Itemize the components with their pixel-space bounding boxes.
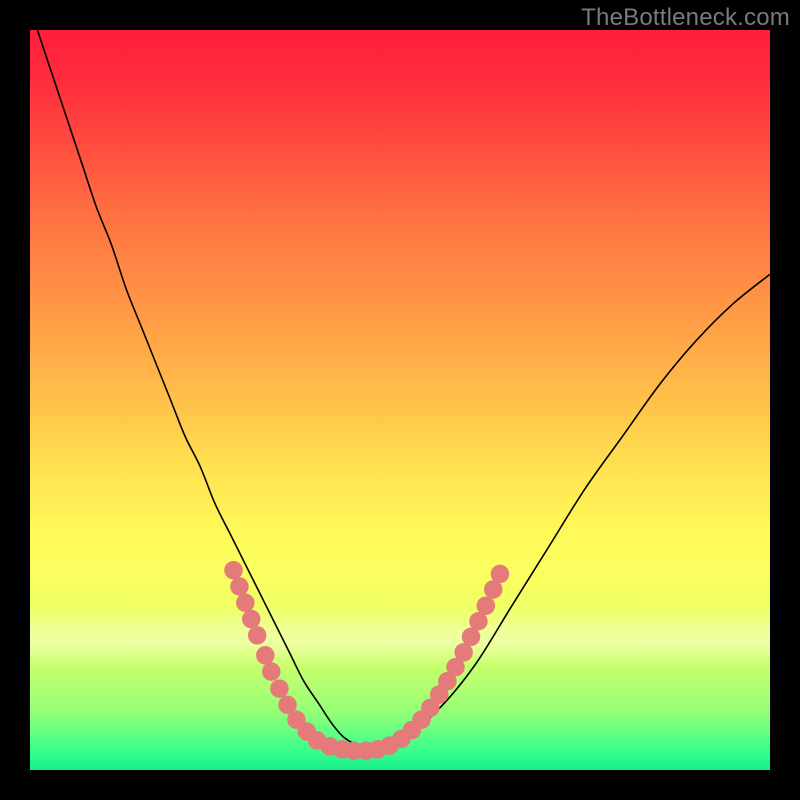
chart-frame: TheBottleneck.com (0, 0, 800, 800)
highlight-dot (477, 596, 496, 615)
highlight-dot (230, 577, 249, 596)
bottleneck-curve (37, 30, 770, 748)
highlight-dot (491, 565, 510, 584)
highlight-dots (224, 561, 509, 760)
plot-area (30, 30, 770, 770)
highlight-dot (236, 594, 255, 613)
highlight-dot (270, 679, 289, 698)
curve-layer (30, 30, 770, 770)
highlight-dot (242, 610, 261, 629)
highlight-dot (262, 662, 281, 681)
watermark-text: TheBottleneck.com (581, 4, 790, 32)
highlight-dot (224, 561, 243, 580)
highlight-dot (248, 626, 266, 645)
highlight-dot (256, 646, 275, 665)
